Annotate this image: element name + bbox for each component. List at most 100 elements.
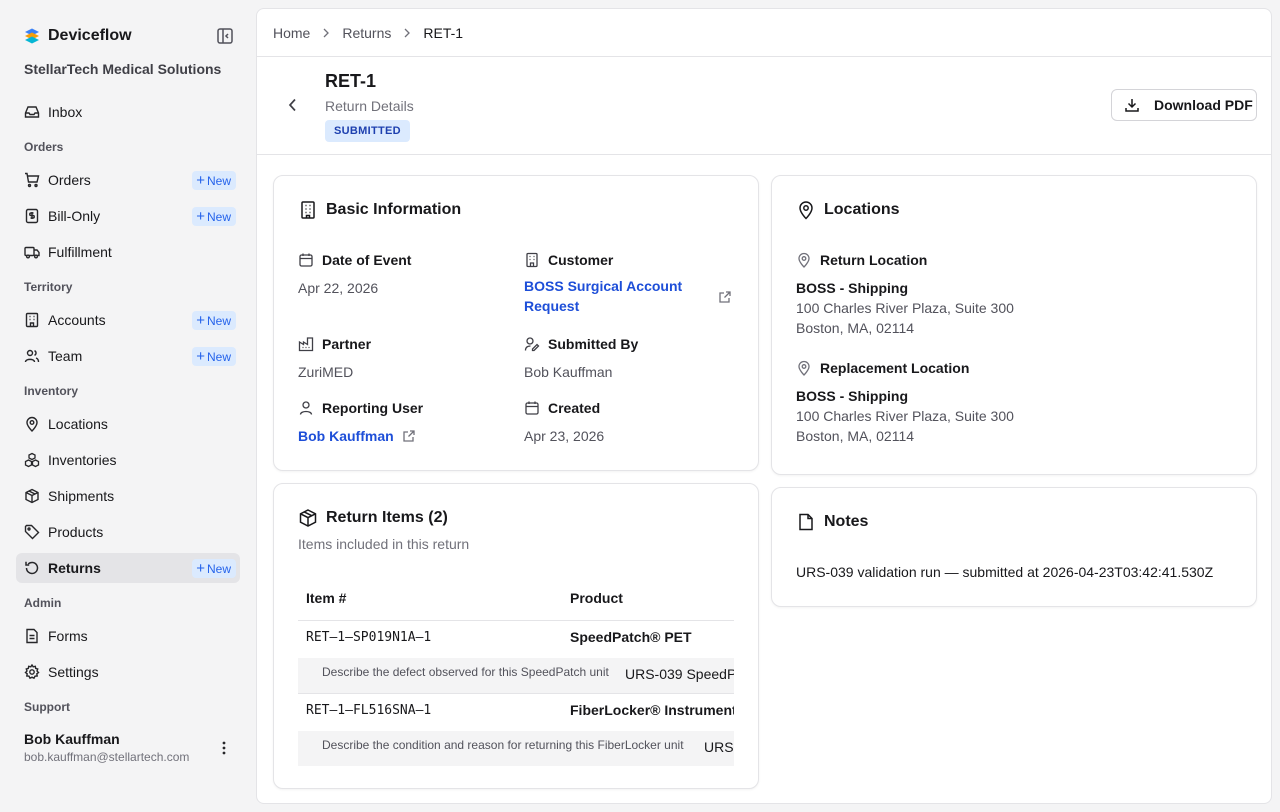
divider	[257, 56, 1271, 57]
customer-link-line1: BOSS Surgical Account	[524, 278, 683, 294]
field-label: Customer	[548, 252, 614, 268]
sidebar-collapse-icon[interactable]	[216, 27, 234, 45]
new-bill-only-button[interactable]: + New	[192, 207, 236, 226]
breadcrumb-returns[interactable]: Returns	[342, 25, 391, 41]
user-email: bob.kauffman@stellartech.com	[24, 750, 190, 764]
gear-icon	[24, 664, 40, 680]
section-label-inventory: Inventory	[24, 384, 79, 398]
item-number: RET–1–FL516SNA–1	[306, 703, 432, 718]
user-name: Bob Kauffman	[24, 731, 120, 747]
card-title: Notes	[796, 512, 868, 532]
section-label-admin: Admin	[24, 596, 62, 610]
download-pdf-label: Download PDF	[1154, 97, 1253, 113]
item-number: RET–1–SP019N1A–1	[306, 630, 432, 645]
sidebar-item-label: Fulfillment	[48, 244, 112, 260]
tag-icon	[24, 524, 40, 540]
new-team-member-button[interactable]: + New	[192, 347, 236, 366]
field-value: Bob Kauffman	[524, 364, 613, 380]
users-icon	[24, 348, 40, 364]
column-header-item-no: Item #	[306, 590, 347, 606]
file-text-icon	[24, 628, 40, 644]
new-order-button[interactable]: + New	[192, 171, 236, 190]
field-label: Date of Event	[322, 252, 412, 268]
address-line: 100 Charles River Plaza, Suite 300	[796, 408, 1014, 424]
chevron-left-icon[interactable]	[285, 97, 301, 113]
breadcrumb-current: RET-1	[423, 25, 464, 41]
location-address: 100 Charles River Plaza, Suite 300 Bosto…	[796, 406, 1014, 446]
sidebar-item-accounts[interactable]: Accounts + New	[16, 305, 240, 335]
basic-information-card: Basic Information Date of Event Apr 22, …	[273, 175, 759, 471]
plus-icon: +	[196, 312, 205, 329]
sidebar-item-label: Team	[48, 348, 83, 364]
address-line: Boston, MA, 02114	[796, 428, 915, 444]
sidebar-item-inventories[interactable]: Inventories	[16, 445, 240, 475]
map-pin-icon	[799, 201, 813, 220]
card-title-text: Return Items (2)	[326, 509, 448, 526]
notes-text: URS-039 validation run — submitted at 20…	[796, 564, 1214, 580]
sidebar-item-settings[interactable]: Settings	[16, 657, 240, 687]
field-label: Partner	[322, 336, 372, 352]
sidebar-item-label: Returns	[48, 560, 101, 576]
sidebar-item-inbox[interactable]: Inbox	[16, 97, 240, 127]
new-return-button[interactable]: + New	[192, 559, 236, 578]
customer-link[interactable]: BOSS Surgical Account Request	[524, 276, 734, 316]
download-pdf-button[interactable]: Download PDF	[1111, 89, 1257, 121]
sidebar-item-forms[interactable]: Forms	[16, 621, 240, 651]
item-question-row: Describe the condition and reason for re…	[298, 731, 734, 766]
field-partner: Partner ZuriMED	[298, 336, 371, 380]
sidebar-item-locations[interactable]: Locations	[16, 409, 240, 439]
external-link-icon[interactable]	[402, 429, 416, 443]
map-pin-icon	[798, 252, 810, 268]
external-link-icon[interactable]	[718, 290, 732, 304]
sidebar-item-label: Shipments	[48, 488, 115, 504]
field-label: Created	[548, 400, 601, 416]
more-vertical-icon[interactable]	[216, 740, 232, 756]
item-question: Describe the condition and reason for re…	[322, 738, 684, 752]
card-subtitle: Items included in this return	[298, 536, 470, 552]
sidebar-item-team[interactable]: Team + New	[16, 341, 240, 371]
plus-icon: +	[196, 348, 205, 365]
field-reporting-user: Reporting User Bob Kauffman	[298, 400, 423, 444]
new-label: New	[206, 313, 231, 328]
sidebar-item-orders[interactable]: Orders + New	[16, 165, 240, 195]
deviceflow-logo-icon	[25, 28, 39, 44]
return-items-table: Item # Product RET–1–SP019N1A–1 SpeedPat…	[298, 580, 734, 780]
building-icon	[301, 201, 315, 219]
card-title-text: Locations	[824, 201, 900, 218]
new-label: New	[206, 561, 231, 576]
field-customer: Customer BOSS Surgical Account Request	[524, 252, 734, 316]
field-value: Apr 23, 2026	[524, 428, 605, 444]
notes-card: Notes URS-039 validation run — submitted…	[771, 487, 1257, 607]
item-product: SpeedPatch® PET	[570, 629, 692, 645]
sidebar-item-label: Bill-Only	[48, 208, 101, 224]
sidebar-item-products[interactable]: Products	[16, 517, 240, 547]
location-name: BOSS - Shipping	[796, 280, 908, 296]
breadcrumb: Home Returns RET-1	[273, 25, 463, 41]
sidebar-item-bill-only[interactable]: Bill-Only + New	[16, 201, 240, 231]
calendar-icon	[525, 401, 539, 415]
chevron-right-icon	[323, 28, 330, 38]
sidebar-item-fulfillment[interactable]: Fulfillment	[16, 237, 240, 267]
plus-icon: +	[196, 172, 205, 189]
card-title: Basic Information	[298, 200, 461, 220]
section-label-territory: Territory	[24, 280, 73, 294]
sidebar-item-label: Accounts	[48, 312, 106, 328]
plus-icon: +	[196, 208, 205, 225]
sidebar-item-label: Settings	[48, 664, 99, 680]
sidebar-item-shipments[interactable]: Shipments	[16, 481, 240, 511]
new-label: New	[206, 173, 231, 188]
field-created: Created Apr 23, 2026	[524, 400, 604, 444]
building-icon	[24, 312, 40, 328]
page-subtitle: Return Details	[325, 98, 414, 114]
org-name[interactable]: StellarTech Medical Solutions	[24, 61, 221, 77]
new-account-button[interactable]: + New	[192, 311, 236, 330]
reporting-user-link[interactable]: Bob Kauffman	[298, 428, 394, 444]
boxes-icon	[24, 452, 40, 468]
address-line: 100 Charles River Plaza, Suite 300	[796, 300, 1014, 316]
sidebar-item-returns[interactable]: Returns + New	[16, 553, 240, 583]
brand[interactable]: Deviceflow	[24, 27, 132, 45]
return-items-card: Return Items (2) Items included in this …	[273, 483, 759, 789]
row-divider	[298, 693, 734, 694]
breadcrumb-home[interactable]: Home	[273, 25, 310, 41]
calendar-icon	[299, 253, 313, 267]
